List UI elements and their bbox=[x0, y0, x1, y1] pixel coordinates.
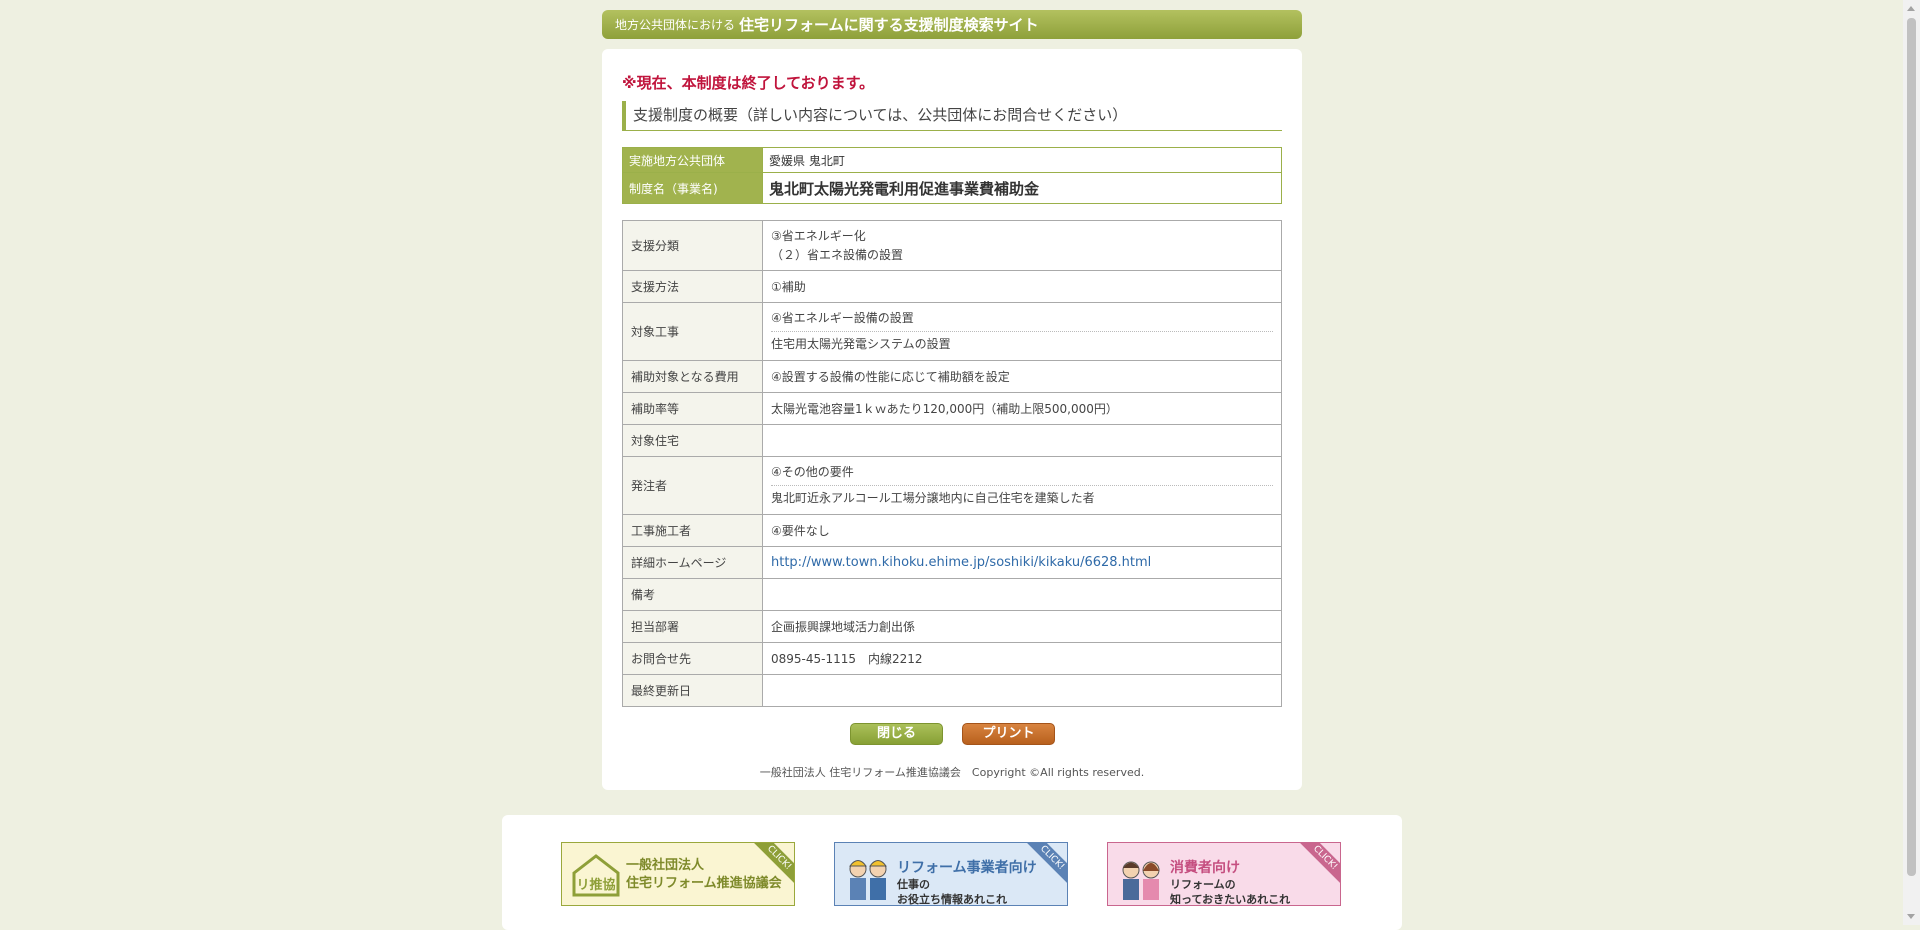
site-title: 住宅リフォームに関する支援制度検索サイト bbox=[739, 16, 1039, 34]
summary-row-organization: 実施地方公共団体 愛媛県 鬼北町 bbox=[622, 147, 1282, 173]
target-work-label: 対象工事 bbox=[622, 302, 763, 361]
scroll-down-icon[interactable] bbox=[1907, 914, 1915, 919]
table-row: 工事施工者 ④要件なし bbox=[622, 514, 1282, 547]
consumer-title: 消費者向け bbox=[1170, 860, 1240, 876]
support-method-label: 支援方法 bbox=[622, 270, 763, 303]
details-table: 支援分類 ③省エネルギー化 （２）省エネ設備の設置 支援方法 ①補助 対象工事 … bbox=[622, 220, 1282, 707]
homepage-label: 詳細ホームページ bbox=[622, 546, 763, 579]
remarks-label: 備考 bbox=[622, 578, 763, 611]
business-title: リフォーム事業者向け bbox=[897, 860, 1037, 876]
last-updated-value bbox=[762, 674, 1282, 707]
business-banner[interactable]: リフォーム事業者向け 仕事の お役立ち情報あれこれ CLICK! bbox=[834, 842, 1068, 906]
scrollbar-thumb[interactable] bbox=[1907, 18, 1916, 876]
target-housing-value bbox=[762, 424, 1282, 457]
table-row: 対象工事 ④省エネルギー設備の設置 住宅用太陽光発電システムの設置 bbox=[622, 302, 1282, 361]
contact-value: 0895-45-1115 内線2212 bbox=[762, 642, 1282, 675]
last-updated-label: 最終更新日 bbox=[622, 674, 763, 707]
support-category-line2: （２）省エネ設備の設置 bbox=[771, 247, 904, 262]
org-value: 愛媛県 鬼北町 bbox=[762, 147, 1282, 173]
target-work-line1: ④省エネルギー設備の設置 bbox=[771, 311, 914, 325]
target-work-value: ④省エネルギー設備の設置 住宅用太陽光発電システムの設置 bbox=[762, 302, 1282, 361]
print-button[interactable]: プリント bbox=[962, 723, 1055, 745]
site-header: 地方公共団体における 住宅リフォームに関する支援制度検索サイト bbox=[602, 10, 1302, 39]
table-row: 最終更新日 bbox=[622, 674, 1282, 707]
consumer-line2: 知っておきたいあれこれ bbox=[1170, 893, 1291, 906]
summary-row-program-name: 制度名（事業名) 鬼北町太陽光発電利用促進事業費補助金 bbox=[622, 172, 1282, 204]
section-title: 支援制度の概要（詳しい内容については、公共団体にお問合せください） bbox=[622, 101, 1282, 131]
vertical-scrollbar[interactable] bbox=[1903, 0, 1920, 925]
association-line2: 住宅リフォーム推進協議会 bbox=[626, 876, 782, 891]
association-line1: 一般社団法人 bbox=[626, 858, 705, 873]
consumer-banner[interactable]: 消費者向け リフォームの 知っておきたいあれこれ CLICK! bbox=[1107, 842, 1341, 906]
orderer-label: 発注者 bbox=[622, 456, 763, 515]
contractor-label: 工事施工者 bbox=[622, 514, 763, 547]
family-icon bbox=[1122, 861, 1160, 900]
support-category-value: ③省エネルギー化 （２）省エネ設備の設置 bbox=[762, 220, 1282, 271]
close-button[interactable]: 閉じる bbox=[850, 723, 943, 745]
target-work-line2: 住宅用太陽光発電システムの設置 bbox=[771, 331, 1273, 354]
program-name-label: 制度名（事業名) bbox=[622, 172, 763, 204]
table-row: 支援分類 ③省エネルギー化 （２）省エネ設備の設置 bbox=[622, 220, 1282, 271]
house-logo-icon: リ推協 bbox=[572, 854, 620, 897]
table-row: 発注者 ④その他の要件 鬼北町近永アルコール工場分譲地内に自己住宅を建築した者 bbox=[622, 456, 1282, 515]
logo-text: リ推協 bbox=[576, 877, 615, 893]
table-row: 支援方法 ①補助 bbox=[622, 270, 1282, 303]
scroll-up-icon[interactable] bbox=[1907, 6, 1915, 11]
table-row: 詳細ホームページ http://www.town.kihoku.ehime.jp… bbox=[622, 546, 1282, 579]
click-badge: CLICK! bbox=[1295, 843, 1340, 888]
table-row: 補助率等 太陽光電池容量1ｋｗあたり120,000円（補助上限500,000円） bbox=[622, 392, 1282, 425]
contractor-value: ④要件なし bbox=[762, 514, 1282, 547]
business-banner-text: リフォーム事業者向け 仕事の お役立ち情報あれこれ bbox=[897, 857, 1037, 906]
org-label: 実施地方公共団体 bbox=[622, 147, 763, 173]
workers-icon bbox=[849, 860, 887, 900]
eligible-cost-label: 補助対象となる費用 bbox=[622, 360, 763, 393]
contact-label: お問合せ先 bbox=[622, 642, 763, 675]
copyright: 一般社団法人 住宅リフォーム推進協議会 Copyright ©All right… bbox=[759, 766, 1145, 779]
association-banner[interactable]: リ推協 一般社団法人 住宅リフォーム推進協議会 CLICK! bbox=[561, 842, 795, 906]
consumer-banner-text: 消費者向け リフォームの 知っておきたいあれこれ bbox=[1170, 857, 1291, 906]
business-line2: お役立ち情報あれこれ bbox=[897, 893, 1007, 906]
eligible-cost-value: ④設置する設備の性能に応じて補助額を設定 bbox=[762, 360, 1282, 393]
orderer-line2: 鬼北町近永アルコール工場分譲地内に自己住宅を建築した者 bbox=[771, 485, 1273, 508]
program-name-value: 鬼北町太陽光発電利用促進事業費補助金 bbox=[762, 172, 1282, 204]
subsidy-rate-label: 補助率等 bbox=[622, 392, 763, 425]
table-row: 対象住宅 bbox=[622, 424, 1282, 457]
orderer-line1: ④その他の要件 bbox=[771, 465, 854, 479]
support-category-line1: ③省エネルギー化 bbox=[771, 228, 866, 243]
homepage-cell: http://www.town.kihoku.ehime.jp/soshiki/… bbox=[762, 546, 1282, 579]
remarks-value bbox=[762, 578, 1282, 611]
homepage-link[interactable]: http://www.town.kihoku.ehime.jp/soshiki/… bbox=[771, 555, 1151, 570]
table-row: お問合せ先 0895-45-1115 内線2212 bbox=[622, 642, 1282, 675]
consumer-line1: リフォームの bbox=[1170, 878, 1236, 891]
table-row: 補助対象となる費用 ④設置する設備の性能に応じて補助額を設定 bbox=[622, 360, 1282, 393]
department-label: 担当部署 bbox=[622, 610, 763, 643]
orderer-value: ④その他の要件 鬼北町近永アルコール工場分譲地内に自己住宅を建築した者 bbox=[762, 456, 1282, 515]
support-method-value: ①補助 bbox=[762, 270, 1282, 303]
table-row: 備考 bbox=[622, 578, 1282, 611]
association-banner-text: 一般社団法人 住宅リフォーム推進協議会 bbox=[626, 857, 782, 893]
department-value: 企画振興課地域活力創出係 bbox=[762, 610, 1282, 643]
summary-table: 実施地方公共団体 愛媛県 鬼北町 制度名（事業名) 鬼北町太陽光発電利用促進事業… bbox=[622, 147, 1282, 204]
business-line1: 仕事の bbox=[897, 878, 930, 891]
support-category-label: 支援分類 bbox=[622, 220, 763, 271]
header-subtitle: 地方公共団体における bbox=[615, 18, 736, 32]
program-ended-notice: ※現在、本制度は終了しております。 bbox=[622, 74, 875, 92]
table-row: 担当部署 企画振興課地域活力創出係 bbox=[622, 610, 1282, 643]
subsidy-rate-value: 太陽光電池容量1ｋｗあたり120,000円（補助上限500,000円） bbox=[762, 392, 1282, 425]
target-housing-label: 対象住宅 bbox=[622, 424, 763, 457]
